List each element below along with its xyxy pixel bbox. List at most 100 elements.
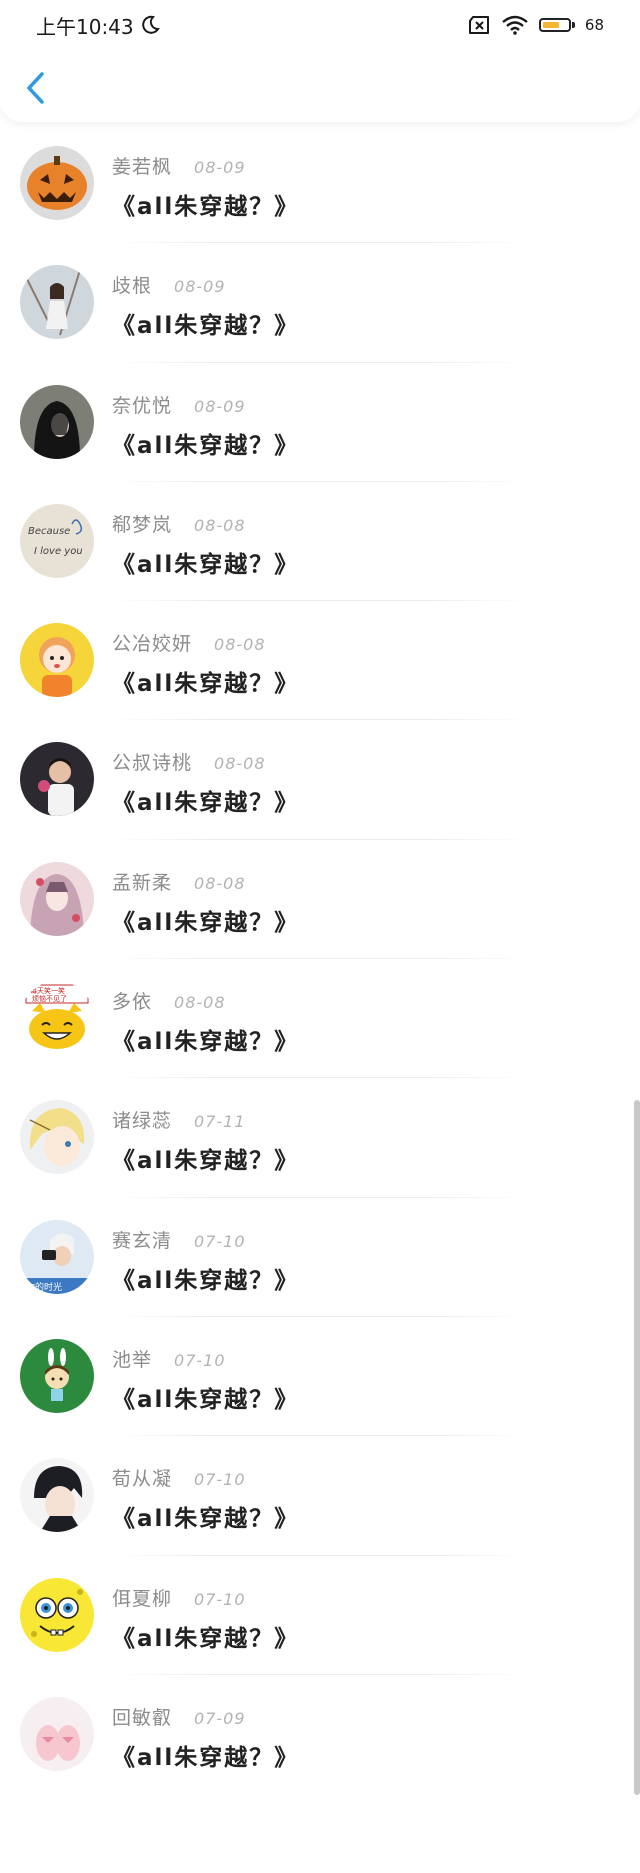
comment-list-item[interactable]: 诸绿蕊 07-11 《all朱穿越？》 <box>0 1078 640 1198</box>
comment-date: 07-10 <box>194 1470 246 1490</box>
comment-date: 08-09 <box>194 396 246 416</box>
comment-title[interactable]: 《all朱穿越？》 <box>112 187 299 221</box>
yellow-cat-avatar[interactable]: 每天笑一笑 烦恼不见了 <box>20 981 94 1056</box>
kid-photo-avatar[interactable] <box>20 742 94 817</box>
comment-text-block: 池举 07-10 《all朱穿越？》 <box>112 1345 299 1414</box>
spongebob-avatar[interactable] <box>20 1577 94 1652</box>
comment-date: 08-08 <box>174 993 226 1013</box>
comment-date: 07-10 <box>194 1231 246 1251</box>
svg-text:烦恼不见了: 烦恼不见了 <box>32 994 67 1003</box>
comment-title[interactable]: 《all朱穿越？》 <box>112 306 299 340</box>
comment-list-item[interactable]: 回敏叡 07-09 《all朱穿越？》 <box>0 1675 640 1794</box>
user-name: 佴夏柳 <box>112 1587 173 1610</box>
anime-blonde-avatar[interactable] <box>20 1100 94 1175</box>
comment-date: 08-08 <box>194 873 246 893</box>
camera-girl-avatar[interactable]: 你的时光 <box>20 1219 94 1294</box>
battery-fill <box>542 22 560 28</box>
comment-list-item[interactable]: 姜若枫 08-09 《all朱穿越？》 <box>0 124 640 244</box>
comment-list-item[interactable]: 佴夏柳 07-10 《all朱穿越？》 <box>0 1556 640 1676</box>
comment-text-block: 公叔诗桃 08-08 《all朱穿越？》 <box>112 748 299 817</box>
comment-date: 08-08 <box>214 754 266 774</box>
comment-date: 07-10 <box>194 1589 246 1609</box>
user-name: 郗梦岚 <box>112 513 173 536</box>
user-name: 孟新柔 <box>112 871 173 894</box>
comment-list: 姜若枫 08-09 《all朱穿越？》 歧根 08-09 《all朱穿越？》 奈优悦 08-0… <box>0 124 640 1794</box>
back-button[interactable] <box>18 66 54 110</box>
chevron-left-icon <box>27 72 44 104</box>
comment-title[interactable]: 《all朱穿越？》 <box>112 783 299 817</box>
user-name: 公冶姣妍 <box>112 633 193 656</box>
dark-hair-avatar[interactable] <box>20 384 94 459</box>
comment-title[interactable]: 《all朱穿越？》 <box>112 1738 299 1772</box>
svg-text:你的时光: 你的时光 <box>26 1281 62 1293</box>
user-name: 回敏叡 <box>112 1706 173 1729</box>
comment-list-item[interactable]: 你的时光 赛玄清 07-10 《all朱穿越？》 <box>0 1198 640 1318</box>
comment-text-block: 歧根 08-09 《all朱穿越？》 <box>112 271 299 340</box>
comment-title[interactable]: 《all朱穿越？》 <box>112 1022 299 1056</box>
user-name: 池举 <box>112 1348 153 1371</box>
comment-text-block: 郗梦岚 08-08 《all朱穿越？》 <box>112 510 299 579</box>
comment-date: 08-09 <box>174 277 226 297</box>
comment-text-block: 孟新柔 08-08 《all朱穿越？》 <box>112 868 299 937</box>
comment-list-item[interactable]: 池举 07-10 《all朱穿越？》 <box>0 1317 640 1437</box>
wifi-icon <box>502 15 528 35</box>
comment-date: 08-08 <box>214 635 266 655</box>
comment-text-block: 佴夏柳 07-10 《all朱穿越？》 <box>112 1584 299 1653</box>
comment-title[interactable]: 《all朱穿越？》 <box>112 903 299 937</box>
battery-percentage: 68 <box>584 16 604 34</box>
user-name: 荀从凝 <box>112 1468 173 1491</box>
user-name: 赛玄清 <box>112 1229 173 1252</box>
svg-text:Because: Because <box>28 526 70 537</box>
bunny-green-avatar[interactable] <box>20 1338 94 1413</box>
comment-text-block: 奈优悦 08-09 《all朱穿越？》 <box>112 391 299 460</box>
comment-text-block: 公冶姣妍 08-08 《all朱穿越？》 <box>112 629 299 698</box>
comment-list-item[interactable]: 每天笑一笑 烦恼不见了 多依 08-08 《all朱穿越？》 <box>0 959 640 1079</box>
handwriting-avatar[interactable]: Because I love you <box>20 503 94 578</box>
pumpkin-avatar[interactable] <box>20 146 94 220</box>
comment-list-item[interactable]: 歧根 08-09 《all朱穿越？》 <box>0 243 640 363</box>
comment-list-item[interactable]: 奈优悦 08-09 《all朱穿越？》 <box>0 363 640 483</box>
scrollbar-thumb[interactable] <box>634 1100 640 1795</box>
comment-text-block: 多依 08-08 《all朱穿越？》 <box>112 987 299 1056</box>
comment-title[interactable]: 《all朱穿越？》 <box>112 1380 299 1414</box>
comment-date: 08-08 <box>194 515 246 535</box>
comment-date: 08-09 <box>194 158 246 177</box>
comment-title[interactable]: 《all朱穿越？》 <box>112 426 299 460</box>
status-time: 上午10:43 <box>36 14 134 39</box>
anime-boy-avatar[interactable] <box>20 1458 94 1533</box>
comment-list-item[interactable]: 孟新柔 08-08 《all朱穿越？》 <box>0 840 640 960</box>
comment-title[interactable]: 《all朱穿越？》 <box>112 1619 299 1653</box>
sim-blocked-icon <box>468 16 489 34</box>
comment-title[interactable]: 《all朱穿越？》 <box>112 545 299 579</box>
user-name: 公叔诗桃 <box>112 752 193 775</box>
comment-list-item[interactable]: Because I love you 郗梦岚 08-08 《all朱穿越？》 <box>0 482 640 602</box>
comment-date: 07-09 <box>194 1708 246 1728</box>
moon-icon <box>141 15 160 34</box>
svg-text:I love you: I love you <box>34 546 83 557</box>
comment-text-block: 姜若枫 08-09 《all朱穿越？》 <box>112 152 299 221</box>
comment-text-block: 诸绿蕊 07-11 《all朱穿越？》 <box>112 1106 299 1175</box>
comment-list-item[interactable]: 荀从凝 07-10 《all朱穿越？》 <box>0 1436 640 1556</box>
user-name: 姜若枫 <box>112 156 173 178</box>
comment-title[interactable]: 《all朱穿越？》 <box>112 1141 299 1175</box>
comment-text-block: 荀从凝 07-10 《all朱穿越？》 <box>112 1464 299 1533</box>
pink-slippers-avatar[interactable] <box>20 1696 94 1771</box>
user-name: 诸绿蕊 <box>112 1110 173 1133</box>
girl-photo-avatar[interactable] <box>20 265 94 340</box>
anime-girl-avatar[interactable] <box>20 861 94 936</box>
battery-icon <box>538 18 575 32</box>
svg-text:每天笑一笑: 每天笑一笑 <box>30 986 65 995</box>
comment-list-item[interactable]: 公冶姣妍 08-08 《all朱穿越？》 <box>0 601 640 721</box>
comment-title[interactable]: 《all朱穿越？》 <box>112 664 299 698</box>
cartoon-orange-avatar[interactable] <box>20 623 94 698</box>
status-bar: 上午10:43 68 <box>0 0 640 50</box>
user-name: 多依 <box>112 991 153 1014</box>
comment-list-item[interactable]: 公叔诗桃 08-08 《all朱穿越？》 <box>0 720 640 841</box>
comment-text-block: 赛玄清 07-10 《all朱穿越？》 <box>112 1226 299 1295</box>
comment-date: 07-11 <box>194 1112 246 1132</box>
user-name: 歧根 <box>112 275 153 298</box>
comment-date: 07-10 <box>174 1350 226 1370</box>
user-name: 奈优悦 <box>112 394 173 417</box>
comment-title[interactable]: 《all朱穿越？》 <box>112 1261 299 1295</box>
comment-title[interactable]: 《all朱穿越？》 <box>112 1499 299 1533</box>
